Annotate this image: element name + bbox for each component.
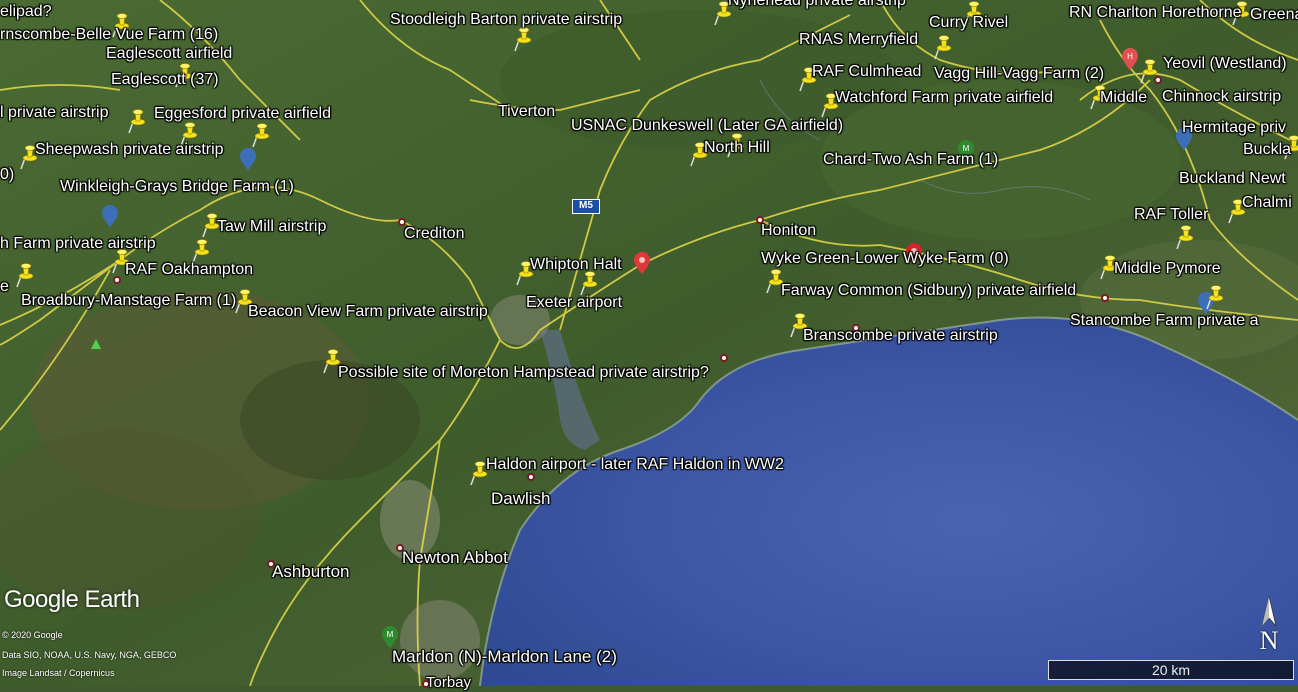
triangle-marker-icon[interactable] — [90, 338, 102, 350]
svg-text:H: H — [1127, 52, 1133, 61]
place-label[interactable]: Winkleigh-Grays Bridge Farm (1) — [60, 178, 294, 196]
place-label[interactable]: Buckland Newt — [1179, 170, 1286, 188]
place-label[interactable]: Dawlish — [491, 490, 551, 508]
yellow-pushpin-icon[interactable] — [126, 108, 148, 134]
place-label[interactable]: Eggesford private airfield — [154, 105, 331, 123]
google-earth-logo: Google Earth — [4, 586, 140, 613]
blue-location-marker-icon[interactable] — [240, 148, 256, 170]
place-label[interactable]: Marldon (N)-Marldon Lane (2) — [392, 648, 617, 666]
scale-bar: 20 km — [1048, 660, 1294, 680]
place-label[interactable]: Buckla — [1243, 141, 1291, 159]
yellow-pushpin-icon[interactable] — [1138, 58, 1160, 84]
place-label[interactable]: Middle Pymore — [1114, 260, 1221, 278]
compass-letter: N — [1259, 626, 1279, 655]
yellow-pushpin-icon[interactable] — [512, 26, 534, 52]
place-label[interactable]: Beacon View Farm private airstrip — [248, 303, 488, 321]
place-label[interactable]: Yeovil (Westland) — [1163, 55, 1287, 73]
place-label[interactable]: Exeter airport — [526, 294, 622, 312]
town-dot-okehampton — [113, 276, 121, 284]
place-label[interactable]: h Farm private airstrip — [0, 235, 156, 253]
place-label[interactable]: Honiton — [761, 222, 816, 240]
place-label[interactable]: rnscombe-Belle Vue Farm (16) — [0, 26, 218, 44]
scale-text: 20 km — [1151, 662, 1191, 678]
place-label[interactable]: RAF Toller — [1134, 206, 1208, 224]
place-label[interactable]: Broadbury-Manstage Farm (1) — [21, 292, 236, 310]
place-label[interactable]: Chard-Two Ash Farm (1) — [823, 151, 998, 169]
place-label[interactable]: Ashburton — [272, 563, 350, 581]
red-heliport-marker-icon[interactable]: H — [1122, 48, 1138, 70]
place-label[interactable]: Haldon airport - later RAF Haldon in WW2 — [486, 456, 784, 474]
place-label[interactable]: USNAC Dunkeswell (Later GA airfield) — [571, 117, 843, 135]
place-label[interactable]: Greena — [1250, 6, 1298, 24]
place-label[interactable]: Watchford Farm private airfield — [835, 89, 1053, 107]
place-label[interactable]: Taw Mill airstrip — [217, 218, 326, 236]
town-dot-dawlish — [527, 473, 535, 481]
yellow-pushpin-icon[interactable] — [932, 34, 954, 60]
place-label[interactable]: RAF Oakhampton — [125, 261, 253, 279]
place-label[interactable]: elipad? — [0, 3, 52, 21]
place-label[interactable]: Chinnock airstrip — [1162, 88, 1281, 106]
image-credit-text: Image Landsat / Copernicus — [2, 668, 115, 678]
place-label[interactable]: Possible site of Moreton Hampstead priva… — [338, 364, 709, 382]
place-label[interactable]: Sheepwash private airstrip — [35, 141, 224, 159]
place-label[interactable]: Middle — [1100, 89, 1147, 107]
town-dot-bridport — [1101, 294, 1109, 302]
copyright-text: © 2020 Google — [2, 630, 63, 640]
green-location-marker-icon[interactable]: M — [382, 626, 398, 648]
place-label[interactable]: Tiverton — [498, 103, 555, 121]
place-label[interactable]: Stoodleigh Barton private airstrip — [390, 11, 622, 29]
place-label[interactable]: RN Charlton Horethorne — [1069, 4, 1242, 22]
yellow-pushpin-icon[interactable] — [1174, 224, 1196, 250]
place-label[interactable]: l private airstrip — [0, 104, 108, 122]
place-label[interactable]: Hermitage priv — [1182, 119, 1286, 137]
place-label[interactable]: North Hill — [704, 139, 770, 157]
place-label[interactable]: e — [0, 278, 9, 296]
red-location-marker-icon[interactable] — [634, 252, 650, 274]
yellow-pushpin-icon[interactable] — [14, 262, 36, 288]
place-label[interactable]: Branscombe private airstrip — [803, 327, 998, 345]
data-credit-text: Data SIO, NOAA, U.S. Navy, NGA, GEBCO — [2, 650, 177, 660]
place-label[interactable]: Crediton — [404, 225, 464, 243]
place-label[interactable]: Farway Common (Sidbury) private airfield — [781, 282, 1076, 300]
place-label[interactable]: Nynehead private airstrip — [728, 0, 906, 10]
place-label[interactable]: Torbay — [426, 674, 471, 692]
place-label[interactable]: Vagg Hill-Vagg Farm (2) — [934, 65, 1104, 83]
m5-road-shield: M5 — [572, 199, 600, 214]
svg-text:M: M — [387, 630, 394, 639]
place-label[interactable]: Whipton Halt — [530, 256, 622, 274]
place-label[interactable]: RAF Culmhead — [812, 63, 921, 81]
yellow-pushpin-icon[interactable] — [1204, 284, 1226, 310]
place-label[interactable]: Eaglescott (37) — [111, 71, 219, 89]
place-label[interactable]: 0) — [0, 166, 14, 184]
north-arrow-icon[interactable]: N — [1252, 595, 1286, 655]
place-label[interactable]: RNAS Merryfield — [799, 31, 918, 49]
place-label[interactable]: Wyke Green-Lower Wyke Farm (0) — [761, 250, 1009, 268]
place-label[interactable]: Eaglescott airfield — [106, 45, 232, 63]
yellow-pushpin-icon[interactable] — [250, 122, 272, 148]
blue-location-marker-icon[interactable] — [102, 205, 118, 227]
place-label[interactable]: Stancombe Farm private a — [1070, 312, 1259, 330]
place-label[interactable]: Curry Rivel — [929, 14, 1008, 32]
place-label[interactable]: Newton Abbot — [402, 549, 508, 567]
town-dot-sidmouth — [720, 354, 728, 362]
place-label[interactable]: Chalmi — [1242, 194, 1292, 212]
